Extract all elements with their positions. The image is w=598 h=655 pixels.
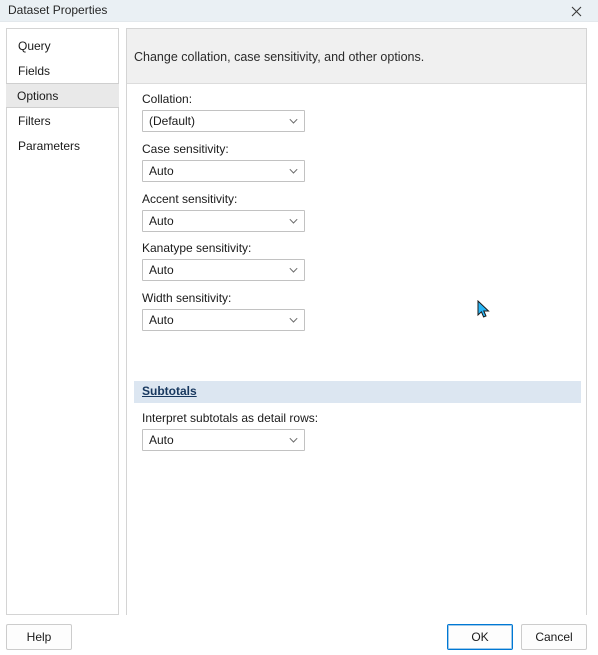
help-button[interactable]: Help <box>6 624 72 650</box>
panel-header: Change collation, case sensitivity, and … <box>127 29 586 84</box>
options-panel: Change collation, case sensitivity, and … <box>126 28 587 615</box>
close-icon <box>571 6 582 17</box>
chevron-down-icon <box>289 168 298 175</box>
close-button[interactable] <box>554 0 598 22</box>
chevron-down-icon <box>289 317 298 324</box>
field-width-sensitivity: Width sensitivity: Auto <box>142 291 305 331</box>
chevron-down-icon <box>289 267 298 274</box>
sidebar-item-options[interactable]: Options <box>6 83 119 108</box>
cancel-button[interactable]: Cancel <box>521 624 587 650</box>
field-collation: Collation: (Default) <box>142 92 305 132</box>
sidebar-item-filters[interactable]: Filters <box>7 108 118 133</box>
collation-dropdown[interactable]: (Default) <box>142 110 305 132</box>
field-case-sensitivity: Case sensitivity: Auto <box>142 142 305 182</box>
sidebar-item-fields[interactable]: Fields <box>7 58 118 83</box>
title-bar: Dataset Properties <box>0 0 598 22</box>
field-accent-sensitivity: Accent sensitivity: Auto <box>142 192 305 232</box>
kanatype-sensitivity-value: Auto <box>149 263 174 277</box>
field-label-case-sensitivity: Case sensitivity: <box>142 142 229 156</box>
field-kanatype-sensitivity: Kanatype sensitivity: Auto <box>142 241 305 281</box>
field-label-collation: Collation: <box>142 92 193 106</box>
interpret-subtotals-value: Auto <box>149 433 174 447</box>
window-title: Dataset Properties <box>8 3 108 17</box>
case-sensitivity-value: Auto <box>149 164 174 178</box>
sidebar-item-label: Parameters <box>18 139 81 153</box>
interpret-subtotals-dropdown[interactable]: Auto <box>142 429 305 451</box>
field-interpret-subtotals: Interpret subtotals as detail rows: Auto <box>142 411 318 451</box>
case-sensitivity-dropdown[interactable]: Auto <box>142 160 305 182</box>
sidebar-item-label: Filters <box>18 114 51 128</box>
field-label-kanatype-sensitivity: Kanatype sensitivity: <box>142 241 252 255</box>
width-sensitivity-value: Auto <box>149 313 174 327</box>
sidebar-item-label: Fields <box>18 64 51 78</box>
accent-sensitivity-value: Auto <box>149 214 174 228</box>
section-title: Subtotals <box>142 384 197 398</box>
chevron-down-icon <box>289 118 298 125</box>
accent-sensitivity-dropdown[interactable]: Auto <box>142 210 305 232</box>
kanatype-sensitivity-dropdown[interactable]: Auto <box>142 259 305 281</box>
sidebar-nav-list[interactable]: Query Fields Options Filters Parameters <box>6 28 119 615</box>
width-sensitivity-dropdown[interactable]: Auto <box>142 309 305 331</box>
field-label-width-sensitivity: Width sensitivity: <box>142 291 232 305</box>
chevron-down-icon <box>289 437 298 444</box>
sidebar-item-label: Options <box>17 89 59 103</box>
sidebar-item-parameters[interactable]: Parameters <box>7 133 118 158</box>
sidebar-item-query[interactable]: Query <box>7 33 118 58</box>
panel-body: Collation: (Default) Case sensitivity: A… <box>127 85 586 615</box>
sidebar-item-label: Query <box>18 39 51 53</box>
ok-button[interactable]: OK <box>447 624 513 650</box>
section-header-subtotals: Subtotals <box>134 381 581 403</box>
chevron-down-icon <box>289 218 298 225</box>
panel-header-text: Change collation, case sensitivity, and … <box>134 50 425 64</box>
collation-value: (Default) <box>149 114 196 128</box>
field-label-interpret-subtotals: Interpret subtotals as detail rows: <box>142 411 319 425</box>
field-label-accent-sensitivity: Accent sensitivity: <box>142 192 238 206</box>
